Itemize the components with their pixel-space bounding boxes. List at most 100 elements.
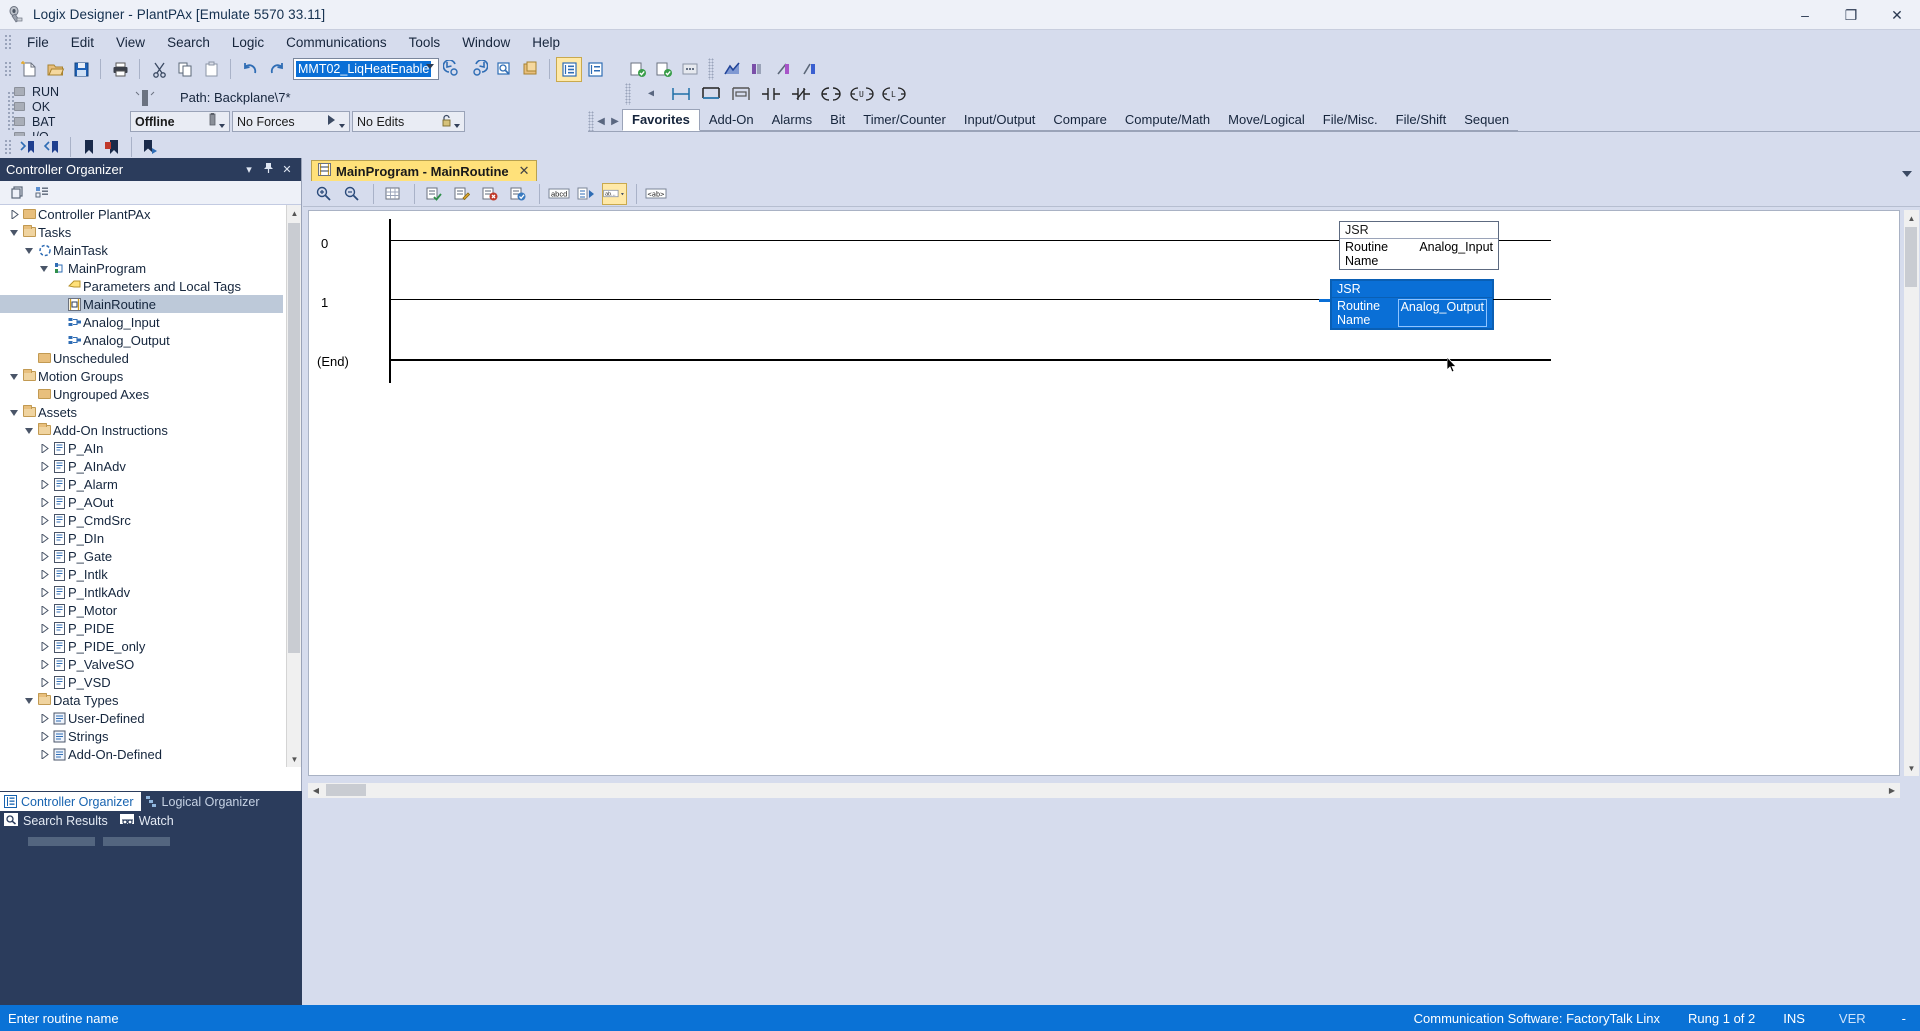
tree-item-p-ainadv[interactable]: P_AInAdv (0, 457, 283, 475)
collapse-arrow-icon[interactable] (38, 731, 51, 741)
toggle-value-icon[interactable]: <ab> (643, 183, 668, 205)
paste-icon[interactable] (198, 57, 224, 82)
auto-hide-pin-icon[interactable] (260, 162, 276, 177)
previous-bookmark-icon[interactable] (16, 137, 40, 157)
bookmark-toolbar-grip[interactable] (3, 138, 12, 156)
tree-item-p-intlkadv[interactable]: P_IntlkAdv (0, 583, 283, 601)
tree-item-p-din[interactable]: P_DIn (0, 529, 283, 547)
menu-view[interactable]: View (105, 32, 156, 53)
expand-arrow-icon[interactable] (8, 372, 21, 381)
expand-arrow-icon[interactable] (23, 696, 36, 705)
tree-item-p-cmdsrc[interactable]: P_CmdSrc (0, 511, 283, 529)
tree-item-analog-input[interactable]: Analog_Input (0, 313, 283, 331)
accept-edits-icon[interactable] (477, 183, 502, 205)
menu-tools[interactable]: Tools (398, 32, 452, 53)
collapse-arrow-icon[interactable] (38, 443, 51, 453)
scroll-up-arrow[interactable]: ▲ (287, 205, 302, 221)
expand-arrow-icon[interactable] (8, 408, 21, 417)
instruction-toolbar-nav-left[interactable]: ◀ (639, 83, 663, 105)
tab-compare[interactable]: Compare (1044, 110, 1116, 131)
controller-mode-selector[interactable]: Offline (130, 111, 230, 132)
tab-add-on[interactable]: Add-On (699, 110, 763, 131)
collapse-arrow-icon[interactable] (38, 533, 51, 543)
collapse-arrow-icon[interactable] (38, 623, 51, 633)
bottom-tab-search-results[interactable]: Search Results (0, 812, 116, 830)
tab-alarms[interactable]: Alarms (762, 110, 822, 131)
edits-selector[interactable]: No Edits (352, 111, 465, 132)
menu-help[interactable]: Help (521, 32, 571, 53)
cancel-edits-icon[interactable] (505, 183, 530, 205)
collapse-arrow-icon[interactable] (38, 605, 51, 615)
new-rung-icon[interactable] (669, 83, 693, 105)
menu-communications[interactable]: Communications (275, 32, 398, 53)
tag-browser-icon[interactable] (556, 56, 582, 82)
toggle-description-icon[interactable] (574, 183, 599, 205)
instruction-toolbar-grip[interactable] (625, 83, 631, 105)
next-bookmark-icon[interactable] (40, 137, 64, 157)
print-icon[interactable] (107, 57, 133, 82)
tree-item-strings[interactable]: Strings (0, 727, 283, 745)
collapse-arrow-icon[interactable] (38, 641, 51, 651)
new-branch-level-icon[interactable] (729, 83, 753, 105)
zoom-out-icon[interactable] (339, 183, 364, 205)
verify-routine-icon[interactable] (625, 57, 651, 82)
forces-dropdown-arrow[interactable] (339, 124, 345, 128)
tree-item-tasks[interactable]: Tasks (0, 223, 283, 241)
tree-item-ungrouped-axes[interactable]: Ungrouped Axes (0, 385, 283, 403)
graph2-icon[interactable] (771, 57, 797, 82)
minimize-button[interactable]: – (1782, 0, 1828, 30)
output-latch-icon[interactable]: L (881, 83, 907, 105)
tab-bit[interactable]: Bit (821, 110, 855, 131)
collapse-arrow-icon[interactable] (38, 749, 51, 759)
goto-bookmark-icon[interactable] (138, 137, 162, 157)
tree-item-p-gate[interactable]: P_Gate (0, 547, 283, 565)
maximize-button[interactable]: ❐ (1828, 0, 1874, 30)
tag-edit-icon[interactable] (582, 57, 608, 82)
tab-file-shift[interactable]: File/Shift (1386, 110, 1456, 131)
tree-item-data-types[interactable]: Data Types (0, 691, 283, 709)
editor-scroll-up-arrow[interactable]: ▲ (1904, 210, 1919, 226)
tree-item-parameters-and-local-tags[interactable]: Parameters and Local Tags (0, 277, 283, 295)
scroll-down-arrow[interactable]: ▼ (287, 751, 302, 767)
examine-on-icon[interactable] (759, 83, 783, 105)
edits-dropdown-arrow[interactable] (454, 124, 460, 128)
toggle-tagdesc-icon[interactable]: ab... (602, 182, 627, 205)
new-window-icon[interactable] (6, 183, 30, 203)
collapse-arrow-icon[interactable] (38, 677, 51, 687)
toggle-bookmark-icon[interactable] (77, 137, 101, 157)
graph1-icon[interactable] (745, 57, 771, 82)
tree-item-p-alarm[interactable]: P_Alarm (0, 475, 283, 493)
collapse-arrow-icon[interactable] (8, 209, 21, 219)
menu-window[interactable]: Window (451, 32, 521, 53)
editor-scroll-right-arrow[interactable]: ▶ (1884, 783, 1900, 798)
verify-controller-icon[interactable] (651, 57, 677, 82)
close-panel-icon[interactable]: ✕ (279, 163, 295, 176)
tree-item-add-on-instructions[interactable]: Add-On Instructions (0, 421, 283, 439)
toggle-text-icon[interactable]: abcd (546, 183, 571, 205)
tree-item-user-defined[interactable]: User-Defined (0, 709, 283, 727)
tree-item-mainprogram[interactable]: MainProgram (0, 259, 283, 277)
close-icon[interactable]: ✕ (519, 163, 530, 179)
rung-0-routine-name-value[interactable]: Analog_Input (1419, 240, 1493, 268)
dock-tab-controller-organizer[interactable]: Controller Organizer (0, 792, 141, 811)
undo-icon[interactable] (237, 57, 263, 82)
redo-icon[interactable] (263, 57, 289, 82)
examine-off-icon[interactable] (789, 83, 813, 105)
trend-icon[interactable] (719, 57, 745, 82)
show-properties-icon[interactable] (30, 183, 54, 203)
tag-search-combo[interactable]: MMT02_LiqHeatEnable (293, 58, 439, 80)
chevron-down-icon[interactable] (1902, 171, 1912, 177)
toolbar-grip-dots[interactable] (708, 58, 714, 80)
rung-1-jsr-block[interactable]: JSR Routine Name Analog_Output (1331, 280, 1493, 329)
tab-sequencer[interactable]: Sequen (1455, 110, 1519, 131)
rung-1-routine-name-value[interactable]: Analog_Output (1397, 299, 1487, 327)
tree-item-add-on-defined[interactable]: Add-On-Defined (0, 745, 283, 763)
browse-icon[interactable] (517, 57, 543, 82)
new-branch-icon[interactable] (699, 83, 723, 105)
rung-0-jsr-block[interactable]: JSR Routine Name Analog_Input (1339, 221, 1499, 270)
category-prev-button[interactable]: ◀ (594, 111, 608, 131)
graph3-icon[interactable] (797, 57, 823, 82)
tab-input-output[interactable]: Input/Output (954, 110, 1045, 131)
category-next-button[interactable]: ▶ (608, 111, 622, 131)
collapse-arrow-icon[interactable] (38, 551, 51, 561)
